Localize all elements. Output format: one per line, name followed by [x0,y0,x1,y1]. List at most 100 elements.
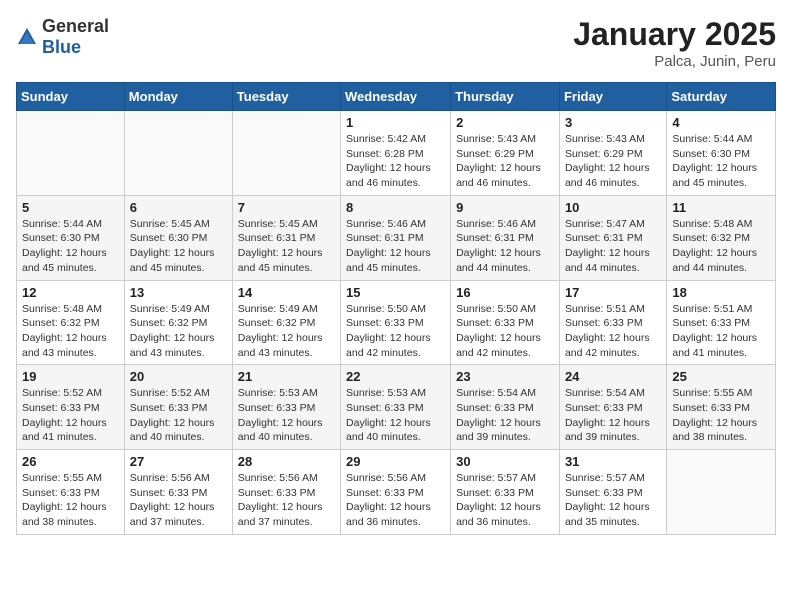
calendar-cell: 30 Sunrise: 5:57 AM Sunset: 6:33 PM Dayli… [451,450,560,535]
day-number: 30 [456,454,554,469]
calendar-cell: 6Sunrise: 5:45 AM Sunset: 6:30 PM Daylig… [124,195,232,280]
logo-blue-text: Blue [42,37,81,57]
calendar-cell: 18 Sunrise: 5:51 AM Sunset: 6:33 PM Dayli… [667,280,776,365]
day-number: 4 [672,115,770,130]
day-info: Sunrise: 5:53 AM Sunset: 6:33 PM Dayligh… [346,386,445,445]
day-info: Sunrise: 5:54 AM Sunset: 6:33 PM Dayligh… [565,386,661,445]
calendar-cell: 12 Sunrise: 5:48 AM Sunset: 6:32 PM Dayli… [17,280,125,365]
day-number: 12 [22,285,119,300]
calendar-cell [232,111,340,196]
calendar-cell: 15 Sunrise: 5:50 AM Sunset: 6:33 PM Dayli… [341,280,451,365]
day-info: Sunrise: 5:55 AM Sunset: 6:33 PM Dayligh… [672,386,770,445]
calendar-cell: 11 Sunrise: 5:48 AM Sunset: 6:32 PM Dayli… [667,195,776,280]
day-number: 25 [672,369,770,384]
weekday-header-saturday: Saturday [667,83,776,111]
calendar-cell: 25 Sunrise: 5:55 AM Sunset: 6:33 PM Dayli… [667,365,776,450]
day-info: Sunrise: 5:57 AM Sunset: 6:33 PM Dayligh… [456,471,554,530]
day-info: Sunrise: 5:48 AM Sunset: 6:32 PM Dayligh… [672,217,770,276]
day-info: Sunrise: 5:56 AM Sunset: 6:33 PM Dayligh… [346,471,445,530]
calendar-week-3: 12 Sunrise: 5:48 AM Sunset: 6:32 PM Dayli… [17,280,776,365]
day-info: Sunrise: 5:57 AM Sunset: 6:33 PM Dayligh… [565,471,661,530]
day-number: 29 [346,454,445,469]
day-info: Sunrise: 5:53 AM Sunset: 6:33 PM Dayligh… [238,386,335,445]
day-info: Sunrise: 5:52 AM Sunset: 6:33 PM Dayligh… [130,386,227,445]
page-header: General Blue January 2025 Palca, Junin, … [16,16,776,70]
calendar-table: SundayMondayTuesdayWednesdayThursdayFrid… [16,82,776,535]
day-info: Sunrise: 5:45 AM Sunset: 6:30 PM Dayligh… [130,217,227,276]
day-number: 1 [346,115,445,130]
calendar-title: January 2025 [573,16,776,53]
day-number: 8 [346,200,445,215]
calendar-cell [667,450,776,535]
calendar-cell: 13 Sunrise: 5:49 AM Sunset: 6:32 PM Dayli… [124,280,232,365]
day-info: Sunrise: 5:55 AM Sunset: 6:33 PM Dayligh… [22,471,119,530]
logo: General Blue [16,16,109,58]
calendar-week-1: 1 Sunrise: 5:42 AM Sunset: 6:28 PM Daylig… [17,111,776,196]
calendar-cell: 27Sunrise: 5:56 AM Sunset: 6:33 PM Dayli… [124,450,232,535]
day-number: 26 [22,454,119,469]
day-number: 11 [672,200,770,215]
calendar-location: Palca, Junin, Peru [573,53,776,70]
logo-general-text: General [42,16,109,36]
day-number: 24 [565,369,661,384]
day-info: Sunrise: 5:50 AM Sunset: 6:33 PM Dayligh… [346,302,445,361]
day-number: 23 [456,369,554,384]
day-number: 2 [456,115,554,130]
day-number: 7 [238,200,335,215]
calendar-cell: 7 Sunrise: 5:45 AM Sunset: 6:31 PM Daylig… [232,195,340,280]
day-number: 19 [22,369,119,384]
day-number: 18 [672,285,770,300]
day-number: 31 [565,454,661,469]
weekday-header-sunday: Sunday [17,83,125,111]
day-info: Sunrise: 5:49 AM Sunset: 6:32 PM Dayligh… [238,302,335,361]
day-info: Sunrise: 5:56 AM Sunset: 6:33 PM Dayligh… [238,471,335,530]
weekday-header-wednesday: Wednesday [341,83,451,111]
day-number: 17 [565,285,661,300]
day-info: Sunrise: 5:46 AM Sunset: 6:31 PM Dayligh… [346,217,445,276]
day-number: 21 [238,369,335,384]
day-info: Sunrise: 5:48 AM Sunset: 6:32 PM Dayligh… [22,302,119,361]
calendar-cell: 29 Sunrise: 5:56 AM Sunset: 6:33 PM Dayli… [341,450,451,535]
calendar-cell: 2 Sunrise: 5:43 AM Sunset: 6:29 PM Daylig… [451,111,560,196]
calendar-cell: 3Sunrise: 5:43 AM Sunset: 6:29 PM Daylig… [559,111,666,196]
day-number: 15 [346,285,445,300]
day-info: Sunrise: 5:49 AM Sunset: 6:32 PM Dayligh… [130,302,227,361]
calendar-cell: 16Sunrise: 5:50 AM Sunset: 6:33 PM Dayli… [451,280,560,365]
calendar-cell [17,111,125,196]
day-info: Sunrise: 5:51 AM Sunset: 6:33 PM Dayligh… [672,302,770,361]
day-info: Sunrise: 5:44 AM Sunset: 6:30 PM Dayligh… [672,132,770,191]
day-info: Sunrise: 5:45 AM Sunset: 6:31 PM Dayligh… [238,217,335,276]
day-info: Sunrise: 5:42 AM Sunset: 6:28 PM Dayligh… [346,132,445,191]
day-number: 13 [130,285,227,300]
calendar-cell: 20Sunrise: 5:52 AM Sunset: 6:33 PM Dayli… [124,365,232,450]
day-info: Sunrise: 5:43 AM Sunset: 6:29 PM Dayligh… [456,132,554,191]
day-info: Sunrise: 5:47 AM Sunset: 6:31 PM Dayligh… [565,217,661,276]
calendar-week-4: 19 Sunrise: 5:52 AM Sunset: 6:33 PM Dayli… [17,365,776,450]
day-number: 14 [238,285,335,300]
weekday-header-thursday: Thursday [451,83,560,111]
calendar-cell: 21 Sunrise: 5:53 AM Sunset: 6:33 PM Dayli… [232,365,340,450]
calendar-cell: 9Sunrise: 5:46 AM Sunset: 6:31 PM Daylig… [451,195,560,280]
calendar-cell: 14 Sunrise: 5:49 AM Sunset: 6:32 PM Dayli… [232,280,340,365]
weekday-header-monday: Monday [124,83,232,111]
day-info: Sunrise: 5:54 AM Sunset: 6:33 PM Dayligh… [456,386,554,445]
calendar-week-5: 26 Sunrise: 5:55 AM Sunset: 6:33 PM Dayli… [17,450,776,535]
calendar-cell [124,111,232,196]
day-number: 16 [456,285,554,300]
calendar-cell: 22 Sunrise: 5:53 AM Sunset: 6:33 PM Dayli… [341,365,451,450]
calendar-cell: 10Sunrise: 5:47 AM Sunset: 6:31 PM Dayli… [559,195,666,280]
day-info: Sunrise: 5:51 AM Sunset: 6:33 PM Dayligh… [565,302,661,361]
calendar-cell: 26 Sunrise: 5:55 AM Sunset: 6:33 PM Dayli… [17,450,125,535]
calendar-cell: 17 Sunrise: 5:51 AM Sunset: 6:33 PM Dayli… [559,280,666,365]
day-number: 27 [130,454,227,469]
calendar-cell: 24 Sunrise: 5:54 AM Sunset: 6:33 PM Dayli… [559,365,666,450]
logo-icon [16,26,38,48]
day-number: 28 [238,454,335,469]
day-number: 22 [346,369,445,384]
title-block: January 2025 Palca, Junin, Peru [573,16,776,70]
calendar-cell: 23 Sunrise: 5:54 AM Sunset: 6:33 PM Dayli… [451,365,560,450]
day-info: Sunrise: 5:46 AM Sunset: 6:31 PM Dayligh… [456,217,554,276]
calendar-cell: 19Sunrise: 5:52 AM Sunset: 6:33 PM Dayli… [17,365,125,450]
calendar-cell: 8 Sunrise: 5:46 AM Sunset: 6:31 PM Daylig… [341,195,451,280]
calendar-cell: 28 Sunrise: 5:56 AM Sunset: 6:33 PM Dayli… [232,450,340,535]
